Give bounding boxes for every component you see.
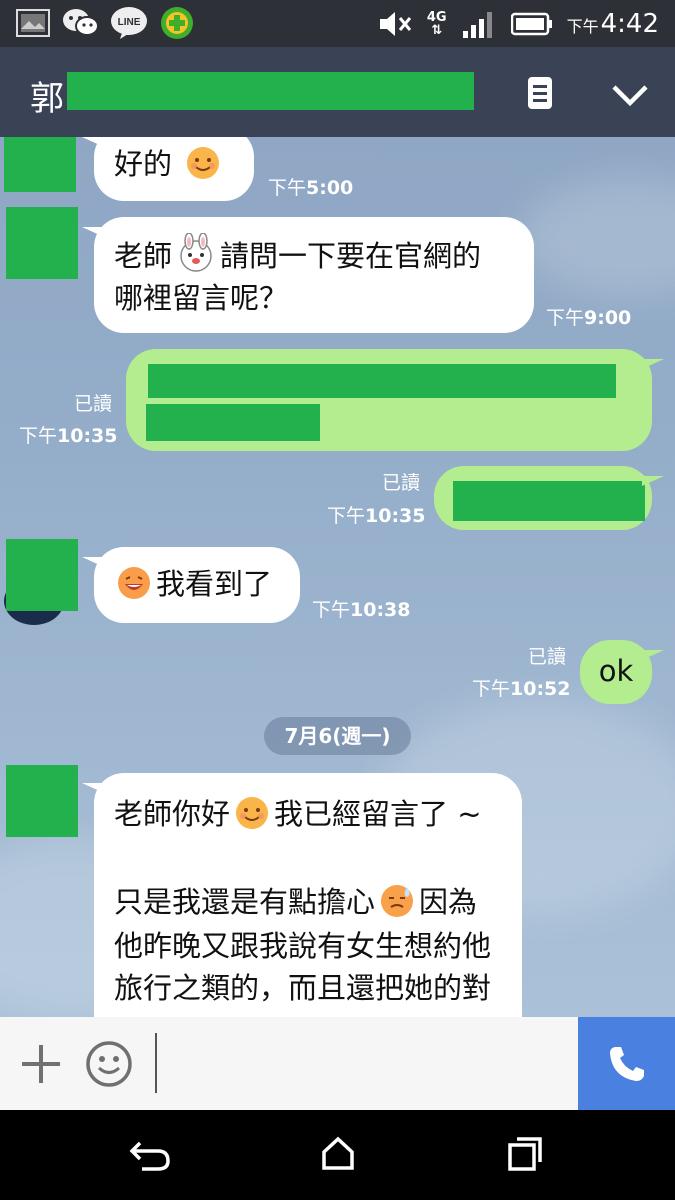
contact-avatar[interactable] — [4, 137, 76, 192]
contact-avatar[interactable] — [6, 539, 78, 611]
cleaner-app-icon — [158, 6, 196, 40]
message-text: 老師 — [114, 239, 173, 273]
svg-text:LINE: LINE — [118, 17, 141, 28]
plus-icon[interactable] — [18, 1041, 64, 1087]
clock-ampm: 下午 — [566, 17, 599, 36]
message-line: 他昨晚又跟我說有女生想約他 — [114, 929, 492, 963]
message-text: 我已經留言了 ~ — [274, 797, 482, 831]
message-text: 只是我還是有點擔心 — [114, 885, 376, 919]
emoji-icon[interactable] — [84, 1039, 134, 1089]
message-time: 下午9:00 — [546, 307, 632, 329]
contact-avatar[interactable] — [6, 765, 78, 837]
system-status: 4G ⇅ 下午 4:42 — [377, 6, 659, 42]
message-line: 老師 請問一下要在官網的 — [114, 233, 514, 277]
chevron-down-icon[interactable] — [606, 75, 654, 115]
message-time: 下午10:35 — [19, 425, 118, 447]
message-bubble-incoming[interactable]: 好的 — [82, 137, 254, 201]
read-receipt: 已讀 — [382, 472, 421, 494]
message-text: ok — [598, 654, 634, 688]
message-line: 旅行之類的，而且還把她的對 — [114, 971, 492, 1005]
call-button[interactable] — [578, 1017, 675, 1110]
message-bubble-incoming[interactable]: 我看到了 — [82, 547, 300, 623]
message-text: 老師你好 — [114, 797, 231, 831]
message-bubble-incoming[interactable]: 老師 請問一下要在官網的 哪裡留言呢？ — [82, 217, 534, 333]
clock: 下午 4:42 — [567, 9, 659, 39]
read-receipt: 已讀 — [74, 393, 113, 415]
clock-time: 4:42 — [600, 9, 659, 39]
message-bubble-outgoing[interactable] — [126, 349, 664, 451]
grin-emoji-icon — [118, 567, 150, 599]
recent-apps-icon[interactable] — [505, 1134, 545, 1174]
message-text: 請問一下要在官網的 — [220, 239, 482, 273]
signal-icon — [462, 12, 492, 38]
read-receipt: 已讀 — [528, 646, 567, 668]
smile-emoji-icon — [187, 147, 220, 179]
smile-emoji-icon — [236, 797, 269, 829]
rabbit-sticker-emoji-icon — [180, 233, 212, 272]
contact-name[interactable]: 郭 — [30, 71, 64, 120]
message-line: 老師你好 我已經留言了 ~ — [114, 793, 502, 837]
redacted-text — [146, 404, 320, 441]
sweat-emoji-icon — [381, 885, 414, 917]
network-type: 4G ⇅ — [426, 10, 447, 38]
message-line: 哪裡留言呢？ — [114, 281, 289, 315]
notes-icon[interactable] — [522, 75, 558, 111]
home-icon[interactable] — [318, 1134, 358, 1174]
notification-icons: LINE — [14, 6, 196, 40]
message-time: 下午10:38 — [312, 599, 411, 621]
wechat-icon — [62, 6, 100, 40]
message-bubble-outgoing[interactable] — [434, 466, 664, 530]
status-bar: LINE 4G ⇅ 下午 4:42 — [0, 0, 675, 47]
phone-icon — [609, 1046, 644, 1081]
message-input-bar — [0, 1017, 675, 1110]
redacted-text — [453, 481, 645, 521]
message-input[interactable] — [155, 1033, 565, 1093]
redacted-text — [148, 364, 616, 398]
message-text: 我看到了 — [156, 567, 273, 601]
message-time: 下午10:35 — [327, 505, 426, 527]
system-nav-bar — [0, 1110, 675, 1200]
message-time: 下午10:52 — [472, 678, 571, 700]
message-line: 只是我還是有點擔心 因為 — [114, 881, 502, 925]
message-bubble-outgoing[interactable]: ok — [580, 640, 664, 704]
contact-avatar[interactable] — [6, 207, 78, 279]
message-list[interactable]: 好的 下午5:00 老師 請問一下要在官網的 哪裡留言呢？ 下午9:00 已讀 下… — [0, 137, 675, 1017]
background-cloud — [520, 177, 675, 297]
back-icon[interactable] — [128, 1135, 172, 1175]
message-time: 下午5:00 — [268, 177, 354, 199]
date-separator: 7月6(週一) — [264, 717, 411, 755]
gallery-icon — [14, 6, 52, 40]
message-text: 因為 — [419, 885, 478, 919]
message-bubble-incoming[interactable]: 老師你好 我已經留言了 ~ 只是我還是有點擔心 因為 他昨晚又跟我說有女生想約他 旅… — [82, 773, 522, 1017]
mute-icon — [379, 12, 412, 36]
redacted-contact-name — [67, 72, 474, 110]
line-icon: LINE — [110, 6, 148, 40]
message-text: 好的 — [114, 147, 173, 181]
battery-icon — [510, 12, 552, 36]
